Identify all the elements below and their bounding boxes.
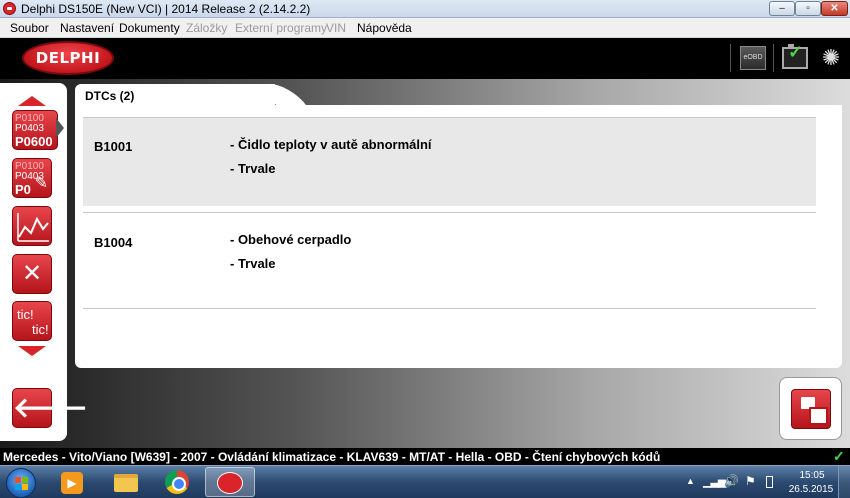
dtc-status: - Trvale: [230, 256, 276, 271]
header-divider: [773, 44, 774, 72]
tools-icon: ✕: [21, 260, 43, 287]
vehicle-path-text: Mercedes - Vito/Viano [W639] - 2007 - Ov…: [3, 450, 661, 464]
clock-time[interactable]: 15:05: [790, 470, 834, 481]
menu-externi-programy: Externí programy: [235, 21, 328, 35]
spinner-icon: ✺: [821, 45, 841, 70]
eobd-button[interactable]: eOBD: [740, 46, 766, 70]
tile-code-line: P0403: [15, 123, 44, 134]
maximize-button[interactable]: ▫: [795, 1, 821, 16]
clock-date[interactable]: 26.5.2015: [787, 484, 835, 495]
minimize-button[interactable]: –: [769, 1, 795, 16]
dtc-row[interactable]: B1001 - Čidlo teploty v autě abnormální …: [83, 117, 816, 206]
media-player-icon[interactable]: ▶: [53, 467, 91, 497]
dtc-row[interactable]: B1004 - Obehové cerpadlo - Trvale: [83, 212, 816, 308]
window-title: Delphi DS150E (New VCI) | 2014 Release 2…: [21, 2, 311, 16]
show-desktop-button[interactable]: [838, 466, 850, 498]
dtc-description: - Obehové cerpadlo: [230, 232, 352, 247]
header-divider: [730, 44, 731, 72]
sidebar-tile-tests[interactable]: ✕: [12, 254, 52, 294]
dtc-code: B1001: [94, 139, 133, 154]
start-button[interactable]: [6, 468, 36, 498]
tab-label: DTCs (2): [85, 89, 135, 103]
tray-expand-icon[interactable]: ▲: [686, 476, 695, 486]
menu-soubor[interactable]: Soubor: [10, 21, 49, 35]
menu-dokumenty[interactable]: Dokumenty: [119, 21, 180, 35]
print-report-button[interactable]: [779, 377, 842, 440]
sidebar-tile-live-data[interactable]: [12, 206, 52, 246]
file-explorer-icon[interactable]: [107, 467, 145, 497]
status-bar: Mercedes - Vito/Viano [W639] - 2007 - Ov…: [0, 448, 850, 465]
close-button[interactable]: ✕: [821, 1, 848, 16]
sidebar-tile-erase-codes[interactable]: P0100 P0403 P0 ✎: [12, 158, 52, 198]
graph-icon: [17, 213, 49, 242]
print-report-icon: [791, 389, 831, 429]
delphi-logo: DELPHI: [22, 41, 114, 75]
back-arrow-icon[interactable]: 🡐: [12, 388, 88, 428]
sidebar-tile-tic-tic[interactable]: tic! tic!: [12, 301, 52, 341]
menu-zalozky: Záložky: [186, 21, 228, 35]
menu-nastaveni[interactable]: Nastavení: [60, 21, 114, 35]
app-header: DELPHI eOBD ✓ ✺: [0, 38, 850, 79]
tile-text-line: tic!: [17, 307, 34, 322]
tile-text-line: tic!: [32, 322, 49, 337]
network-signal-icon[interactable]: ▁▃▅: [703, 475, 726, 488]
scroll-up-arrow-icon[interactable]: [18, 96, 46, 106]
charge-check-icon: ✓: [788, 42, 804, 62]
row-divider: [83, 308, 816, 309]
tab-dtcs[interactable]: DTCs (2): [75, 84, 275, 106]
dtc-status: - Trvale: [230, 161, 276, 176]
scroll-down-arrow-icon[interactable]: [18, 346, 46, 356]
dtc-panel: B1001 - Čidlo teploty v autě abnormální …: [75, 105, 842, 368]
delphi-app-icon: [3, 2, 16, 15]
menu-bar: Soubor Nastavení Dokumenty Záložky Exter…: [0, 18, 850, 38]
title-bar: Delphi DS150E (New VCI) | 2014 Release 2…: [0, 0, 850, 18]
tile-code-line: P0: [15, 182, 31, 197]
dtc-code: B1004: [94, 235, 133, 250]
dtc-description: - Čidlo teploty v autě abnormální: [230, 137, 432, 152]
menu-vin: VIN: [326, 21, 347, 35]
active-tile-pointer: [56, 118, 64, 138]
battery-icon[interactable]: [766, 476, 773, 488]
sidebar-tile-fault-codes[interactable]: P0100 P0403 P0600: [12, 110, 58, 150]
connection-ok-icon: ✓: [833, 448, 845, 464]
windows-taskbar: ▶ ▲ ▁▃▅ 🔊 ⚑ 15:05 26.5.2015: [0, 465, 850, 498]
action-center-flag-icon[interactable]: ⚑: [745, 474, 756, 488]
delphi-app-icon[interactable]: [205, 467, 255, 497]
tile-code-line: P0600: [15, 134, 53, 149]
eraser-icon: ✎: [34, 175, 48, 192]
chrome-icon[interactable]: [158, 467, 196, 497]
menu-napoveda[interactable]: Nápověda: [357, 21, 412, 35]
volume-icon[interactable]: 🔊: [724, 474, 739, 488]
